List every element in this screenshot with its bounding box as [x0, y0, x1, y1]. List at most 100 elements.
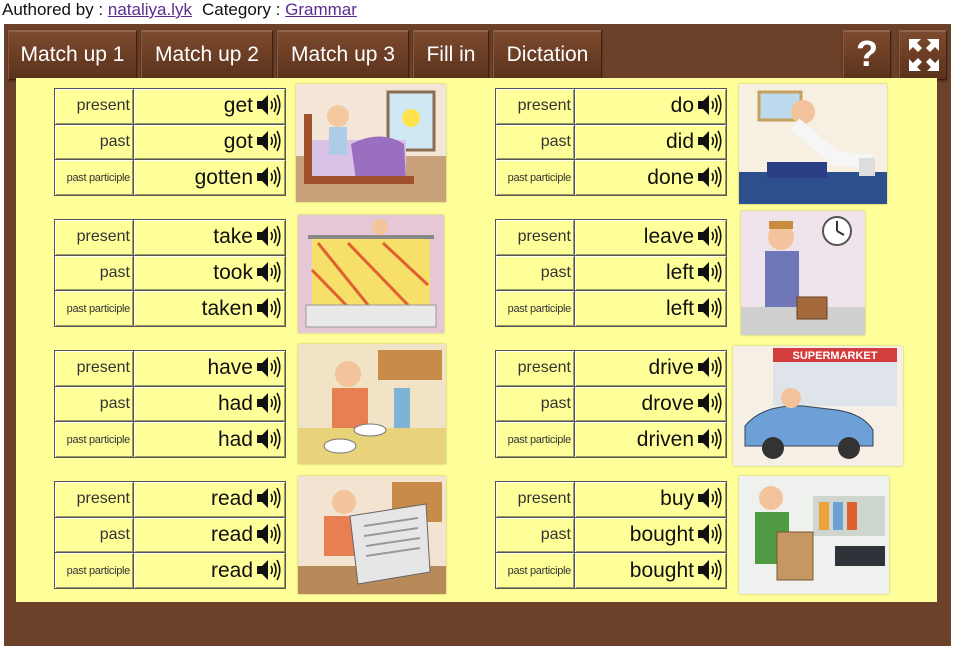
category-link[interactable]: Grammar [285, 0, 357, 19]
verb-table: present get past got past participle gotten [54, 88, 286, 196]
verb-form-cell: had [133, 385, 286, 423]
verb-group-take: present take past took past participle taken [54, 215, 474, 349]
verb-group-buy: present buy past bought past participle bough… [495, 476, 915, 611]
speaker-icon[interactable] [696, 260, 722, 284]
verb-form-cell: do [574, 88, 727, 125]
form-label-present: present [495, 88, 575, 125]
verb-group-get: present get past got past participle gotten [54, 84, 474, 218]
verb-form-row: past participle left [495, 290, 727, 327]
verb-form-text: had [217, 427, 253, 451]
speaker-icon[interactable] [696, 486, 722, 510]
verb-form-cell: get [133, 88, 286, 125]
verb-picture [739, 476, 889, 594]
form-label-past: past [495, 254, 575, 292]
dictation-button[interactable]: Dictation [493, 30, 602, 80]
verb-form-row: past bought [495, 516, 727, 554]
verb-table: present do past did past participle done [495, 88, 727, 196]
verb-picture [298, 344, 446, 464]
form-label-past-participle: past participle [54, 290, 134, 327]
match-up-3-button[interactable]: Match up 3 [277, 30, 409, 80]
speaker-icon[interactable] [696, 522, 722, 546]
verb-group-leave: present leave past left past participle left [495, 211, 915, 349]
verb-form-cell: done [574, 159, 727, 196]
verb-form-text: read [210, 487, 253, 511]
verb-form-text: took [213, 260, 253, 284]
author-link[interactable]: nataliya.lyk [108, 0, 192, 19]
verb-form-cell: left [574, 290, 727, 327]
verb-form-cell: leave [574, 219, 727, 256]
speaker-icon[interactable] [255, 129, 281, 153]
speaker-icon[interactable] [255, 522, 281, 546]
verb-form-cell: have [133, 350, 286, 387]
form-label-past: past [495, 123, 575, 161]
verb-form-row: present take [54, 219, 286, 256]
verb-form-row: past had [54, 385, 286, 423]
form-label-past-participle: past participle [495, 290, 575, 327]
verb-form-text: got [223, 129, 253, 153]
verb-form-text: drove [641, 391, 694, 415]
form-label-present: present [54, 219, 134, 256]
verb-form-row: past participle gotten [54, 159, 286, 196]
verb-form-text: taken [201, 296, 253, 320]
verb-form-cell: left [574, 254, 727, 292]
verb-form-cell: driven [574, 421, 727, 458]
speaker-icon[interactable] [696, 296, 722, 320]
form-label-past-participle: past participle [54, 421, 134, 458]
speaker-icon[interactable] [696, 224, 722, 248]
help-button[interactable]: ? [843, 30, 891, 80]
verb-form-cell: took [133, 254, 286, 292]
verb-form-row: past took [54, 254, 286, 292]
verb-form-text: read [210, 558, 253, 582]
verb-form-row: past participle bought [495, 552, 727, 589]
verb-form-cell: gotten [133, 159, 286, 196]
verb-form-text: gotten [194, 165, 253, 189]
supermarket-sign: SUPERMARKET [793, 350, 878, 362]
speaker-icon[interactable] [255, 355, 281, 379]
speaker-icon[interactable] [255, 260, 281, 284]
verb-form-text: read [210, 522, 253, 546]
activity-frame: Match up 1 Match up 2 Match up 3 Fill in… [4, 24, 951, 646]
verb-form-cell: read [133, 552, 286, 589]
speaker-icon[interactable] [255, 427, 281, 451]
speaker-icon[interactable] [696, 355, 722, 379]
verb-table: present take past took past participle taken [54, 219, 286, 327]
verb-form-text: get [223, 94, 253, 118]
speaker-icon[interactable] [255, 93, 281, 117]
speaker-icon[interactable] [696, 427, 722, 451]
form-label-present: present [54, 481, 134, 518]
speaker-icon[interactable] [696, 391, 722, 415]
form-label-past: past [54, 123, 134, 161]
speaker-icon[interactable] [255, 391, 281, 415]
match-up-1-button[interactable]: Match up 1 [8, 30, 137, 80]
verb-picture: SUPERMARKET [733, 346, 903, 466]
verb-form-text: have [207, 356, 253, 380]
fill-in-button[interactable]: Fill in [413, 30, 489, 80]
speaker-icon[interactable] [255, 224, 281, 248]
speaker-icon[interactable] [255, 486, 281, 510]
speaker-icon[interactable] [255, 296, 281, 320]
verb-form-text: leave [643, 225, 694, 249]
speaker-icon[interactable] [255, 165, 281, 189]
verb-form-cell: buy [574, 481, 727, 518]
speaker-icon[interactable] [696, 165, 722, 189]
speaker-icon[interactable] [255, 558, 281, 582]
speaker-icon[interactable] [696, 129, 722, 153]
verb-form-cell: drove [574, 385, 727, 423]
verb-group-do: present do past did past participle done [495, 84, 915, 218]
meta-bar: Authored by : nataliya.lyk Category : Gra… [2, 0, 357, 19]
fullscreen-button[interactable] [899, 30, 947, 80]
verb-form-text: left [665, 296, 694, 320]
speaker-icon[interactable] [696, 558, 722, 582]
form-label-past: past [495, 516, 575, 554]
form-label-past-participle: past participle [54, 552, 134, 589]
verb-group-have: present have past had past participle had [54, 344, 474, 480]
match-up-2-button[interactable]: Match up 2 [141, 30, 273, 80]
verb-form-text: left [665, 260, 694, 284]
speaker-icon[interactable] [696, 93, 722, 117]
form-label-present: present [54, 350, 134, 387]
form-label-past-participle: past participle [495, 552, 575, 589]
verb-form-text: bought [629, 522, 694, 546]
form-label-past-participle: past participle [54, 159, 134, 196]
verb-picture [298, 476, 446, 594]
verb-form-cell: bought [574, 516, 727, 554]
